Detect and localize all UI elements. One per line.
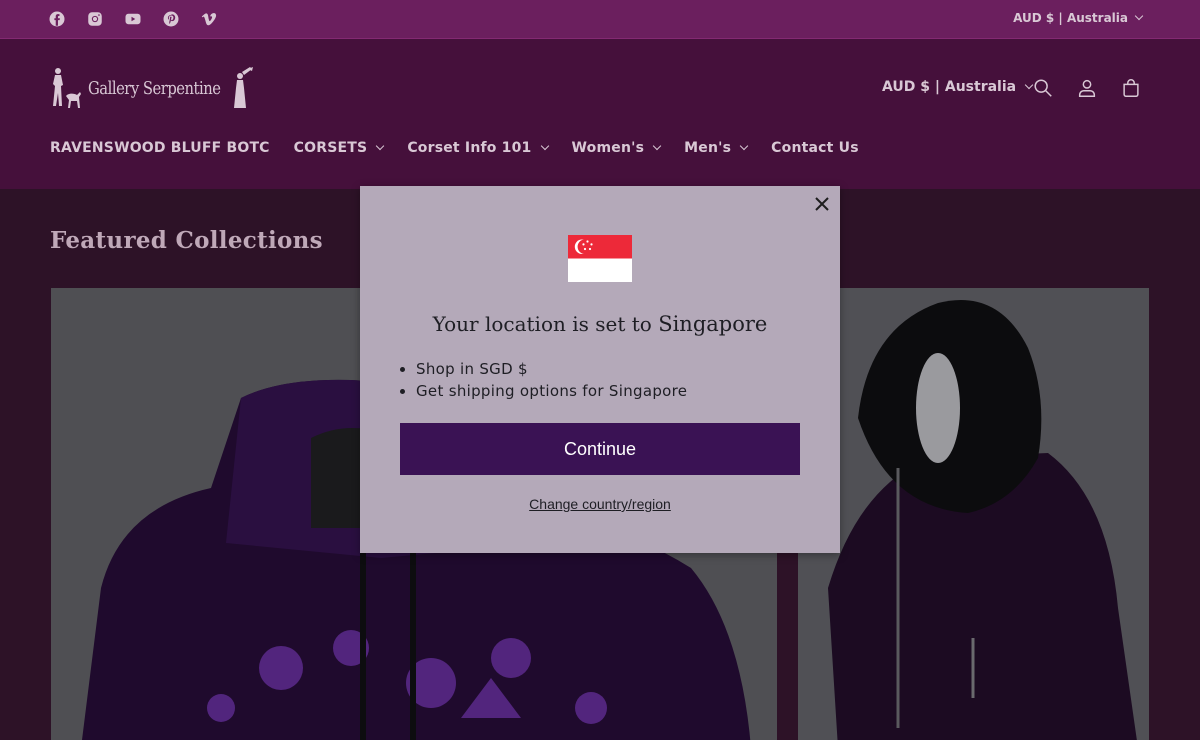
nav-label: CORSETS xyxy=(293,140,368,156)
chevron-down-icon xyxy=(652,141,662,151)
location-title: Your location is set to Singapore xyxy=(360,312,840,336)
title-prefix: Your location is set to xyxy=(432,312,652,336)
main-nav: RAVENSWOOD BLUFF BOTC CORSETS Corset Inf… xyxy=(50,140,859,156)
logo[interactable]: Gallery Serpentine xyxy=(50,66,256,110)
vimeo-icon[interactable] xyxy=(200,10,218,28)
close-icon[interactable] xyxy=(814,196,830,212)
nav-label: Women's xyxy=(571,140,645,156)
chevron-down-icon xyxy=(376,141,385,151)
facebook-icon[interactable] xyxy=(48,10,66,28)
logo-figure-right-icon xyxy=(233,67,253,108)
cape-image xyxy=(798,288,1149,740)
list-item: Get shipping options for Singapore xyxy=(416,382,687,400)
singapore-flag-icon xyxy=(568,235,632,282)
search-icon[interactable] xyxy=(1032,77,1054,103)
country-name: Singapore xyxy=(658,312,768,336)
instagram-icon[interactable] xyxy=(86,10,104,28)
collection-card-cape[interactable] xyxy=(798,288,1149,740)
nav-item-corsets[interactable]: CORSETS xyxy=(293,140,385,156)
location-popup: Your location is set to Singapore Shop i… xyxy=(360,186,840,553)
section-title: Featured Collections xyxy=(50,227,323,254)
chevron-down-icon xyxy=(1134,11,1144,21)
nav-label: Corset Info 101 xyxy=(407,140,532,156)
pinterest-icon[interactable] xyxy=(162,10,180,28)
social-links xyxy=(48,10,218,28)
change-country-link[interactable]: Change country/region xyxy=(360,496,840,512)
account-icon[interactable] xyxy=(1076,77,1098,103)
location-benefits-list: Shop in SGD $ Get shipping options for S… xyxy=(416,360,687,404)
nav-item-ravenswood[interactable]: RAVENSWOOD BLUFF BOTC xyxy=(50,140,270,156)
list-item: Shop in SGD $ xyxy=(416,360,687,378)
currency-label: AUD $ | Australia xyxy=(882,79,1017,95)
logo-text: Gallery Serpentine xyxy=(88,77,221,99)
nav-label: RAVENSWOOD BLUFF BOTC xyxy=(50,140,270,156)
chevron-down-icon xyxy=(540,141,549,151)
cart-icon[interactable] xyxy=(1120,77,1142,103)
nav-label: Contact Us xyxy=(771,140,859,156)
chevron-down-icon xyxy=(739,141,749,151)
site-header: Gallery Serpentine AUD $ | Australia RAV… xyxy=(0,39,1200,189)
youtube-icon[interactable] xyxy=(124,10,142,28)
nav-item-mens[interactable]: Men's xyxy=(684,140,749,156)
nav-item-corset-info[interactable]: Corset Info 101 xyxy=(407,140,549,156)
continue-button[interactable]: Continue xyxy=(400,423,800,475)
currency-selector-header[interactable]: AUD $ | Australia xyxy=(882,79,1034,95)
logo-figure-left-icon xyxy=(53,68,81,108)
nav-item-womens[interactable]: Women's xyxy=(571,140,662,156)
nav-label: Men's xyxy=(684,140,732,156)
currency-selector-top[interactable]: AUD $ | Australia xyxy=(1013,11,1144,25)
nav-item-contact[interactable]: Contact Us xyxy=(771,140,859,156)
header-icons xyxy=(1032,77,1142,103)
announcement-bar: AUD $ | Australia xyxy=(0,0,1200,39)
currency-label: AUD $ | Australia xyxy=(1013,11,1128,25)
